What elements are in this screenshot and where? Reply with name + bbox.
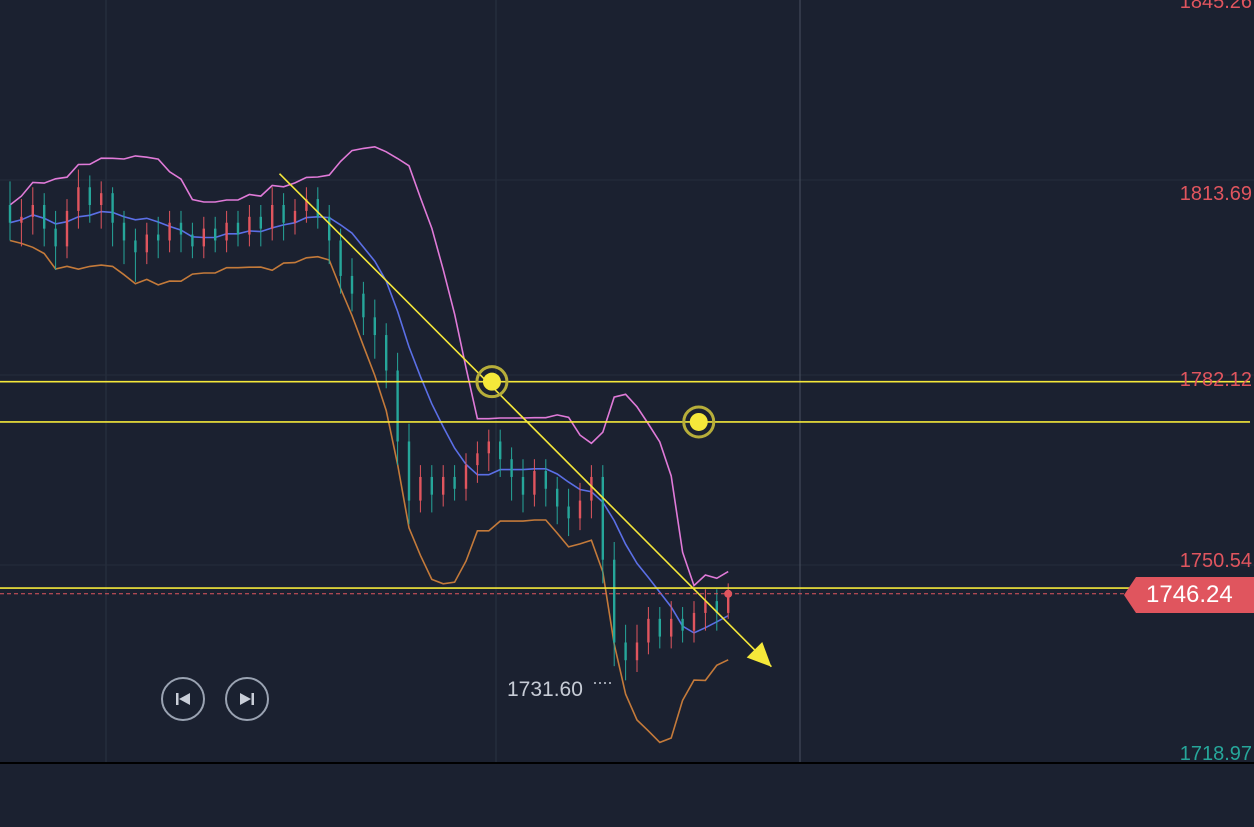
candle-body-53 <box>613 559 616 643</box>
replay-prev-button[interactable] <box>161 677 205 721</box>
candle-body-50 <box>578 500 582 519</box>
candle-body-55 <box>635 642 639 661</box>
candle-body-1 <box>20 216 23 223</box>
candle-body-15 <box>179 222 183 235</box>
bollinger-lower-band <box>9 239 729 744</box>
candle-body-7 <box>88 187 91 205</box>
price-chart[interactable]: 1845.26 1813.69 1782.12 1750.54 1718.97 … <box>0 0 1254 822</box>
candle-body-6 <box>77 187 80 211</box>
low-price-annotation: 1731.60 <box>507 678 583 701</box>
candle-body-24 <box>282 204 285 223</box>
candle-body-17 <box>202 228 205 247</box>
candle-body-25 <box>293 210 297 223</box>
candle-body-3 <box>43 204 46 229</box>
candle-body-52 <box>601 476 604 560</box>
candle-body-61 <box>704 601 707 613</box>
level-anchor-dot-0 <box>482 372 501 391</box>
candle-body-36 <box>419 476 422 501</box>
candle-body-19 <box>225 222 228 241</box>
price-axis-label-3: 1750.54 <box>1179 550 1252 572</box>
replay-next-button[interactable] <box>225 677 269 721</box>
candle-body-14 <box>168 222 171 241</box>
candle-body-32 <box>373 317 376 336</box>
candle-body-20 <box>236 222 240 235</box>
candle-body-11 <box>134 240 137 253</box>
skip-forward-icon <box>240 693 254 705</box>
candle-body-2 <box>31 204 34 217</box>
candle-body-54 <box>624 642 627 661</box>
candle-body-44 <box>510 459 513 477</box>
candle-body-38 <box>442 476 445 495</box>
candle-body-18 <box>214 228 217 241</box>
candle-body-57 <box>658 618 661 637</box>
candle-body-42 <box>487 441 490 454</box>
candle-body-9 <box>111 193 114 223</box>
price-axis-top-label: 1845.26 <box>1179 0 1252 13</box>
candle-body-30 <box>350 275 354 294</box>
last-candle-marker <box>724 589 733 598</box>
candle-body-43 <box>499 441 502 460</box>
candle-body-12 <box>145 234 148 253</box>
candle-body-21 <box>248 216 251 235</box>
price-axis-label-4: 1718.97 <box>1179 743 1252 765</box>
candle-body-10 <box>122 222 126 241</box>
candle-body-22 <box>259 216 262 229</box>
candle-body-41 <box>476 453 479 466</box>
candle-body-28 <box>328 216 331 241</box>
candle-body-27 <box>316 199 319 217</box>
level-anchor-dot-1 <box>689 412 708 431</box>
skip-back-icon <box>176 693 190 705</box>
candle-body-51 <box>590 476 593 501</box>
candle-body-48 <box>556 488 559 507</box>
current-price-tag: 1746.24 <box>1124 577 1254 613</box>
candle-body-16 <box>191 234 194 247</box>
candle-body-4 <box>54 228 57 247</box>
candle-body-23 <box>271 204 274 229</box>
candle-body-5 <box>65 210 69 247</box>
candle-body-49 <box>567 506 570 519</box>
candle-body-0 <box>8 204 12 223</box>
candle-body-37 <box>430 476 433 495</box>
candle-body-56 <box>647 618 650 643</box>
candle-body-46 <box>533 471 536 495</box>
candle-body-45 <box>521 476 525 495</box>
candle-body-39 <box>453 476 456 489</box>
candle-body-59 <box>681 618 684 631</box>
price-axis-label-1: 1813.69 <box>1179 183 1252 205</box>
candle-body-29 <box>339 240 342 276</box>
candle-body-8 <box>100 193 103 205</box>
candle-body-60 <box>692 612 696 631</box>
candle-body-13 <box>157 234 160 241</box>
candle-body-47 <box>544 471 547 489</box>
candle-body-40 <box>464 465 468 489</box>
candle-body-33 <box>385 335 388 371</box>
candle-body-35 <box>407 441 411 501</box>
bollinger-upper-band <box>9 145 729 588</box>
price-axis-label-2: 1782.12 <box>1179 369 1252 391</box>
candle-body-31 <box>362 293 365 318</box>
candle-body-58 <box>670 618 673 637</box>
